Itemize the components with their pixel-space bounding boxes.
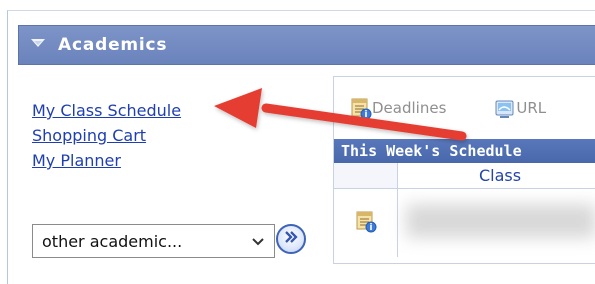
schedule-row-icon-cell (334, 189, 398, 257)
academics-links: My Class Schedule Shopping Cart My Plann… (32, 98, 181, 173)
chevron-down-icon[interactable] (250, 233, 266, 249)
go-button[interactable] (276, 224, 306, 254)
collapse-triangle-icon[interactable] (28, 35, 48, 55)
blurred-class-name (406, 204, 595, 238)
page: Academics My Class Schedule Shopping Car… (0, 0, 595, 284)
my-planner-link[interactable]: My Planner (32, 148, 181, 173)
schedule-icon-column (334, 163, 398, 188)
other-academic-select-value: other academic... (42, 231, 183, 251)
shopping-cart-link[interactable]: Shopping Cart (32, 123, 181, 148)
my-class-schedule-link[interactable]: My Class Schedule (32, 98, 181, 123)
url-icon (494, 96, 516, 120)
deadlines-label: Deadlines (372, 99, 447, 117)
double-chevron-right-icon (282, 228, 300, 250)
academics-pagelet-header[interactable]: Academics (18, 25, 595, 65)
schedule-panel: Deadlines URL This Week's Schedule Class (333, 76, 595, 264)
class-column-header: Class (334, 163, 595, 189)
calendar-info-icon (350, 96, 372, 120)
pagelet-title: Academics (58, 35, 168, 55)
calendar-info-icon (355, 209, 377, 237)
schedule-week-header: This Week's Schedule (334, 139, 595, 163)
schedule-tools: Deadlines URL (334, 77, 595, 139)
other-academic-select[interactable]: other academic... (32, 224, 275, 258)
deadlines-button[interactable]: Deadlines (350, 96, 446, 120)
schedule-row[interactable] (334, 189, 595, 257)
class-column-label: Class (478, 166, 522, 185)
url-button[interactable]: URL (494, 96, 546, 120)
url-label: URL (516, 99, 547, 117)
